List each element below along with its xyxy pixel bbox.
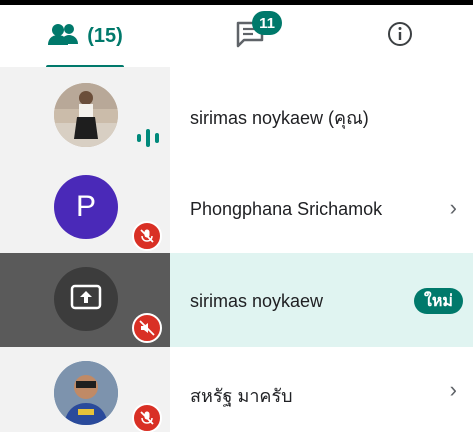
participant-row-self[interactable]: sirimas noykaew (คุณ) — [0, 67, 473, 159]
participant-row[interactable]: สหรัฐ มาครับ › — [0, 347, 473, 433]
people-count: (15) — [87, 24, 123, 47]
avatar: P — [54, 175, 118, 239]
participant-name: sirimas noykaew (คุณ) — [190, 108, 369, 128]
tab-people[interactable]: (15) — [30, 5, 140, 67]
speaking-indicator-icon — [136, 127, 160, 154]
participant-name: Phongphana Srichamok — [190, 199, 383, 219]
avatar — [54, 267, 118, 331]
present-screen-icon — [70, 284, 102, 315]
chevron-right-icon[interactable]: › — [450, 377, 457, 403]
mic-off-icon — [132, 403, 162, 433]
tab-bar: (15) 11 — [0, 5, 473, 69]
tab-chat[interactable] — [200, 5, 300, 67]
participant-row-presentation[interactable]: sirimas noykaew ใหม่ — [0, 253, 473, 347]
new-badge: ใหม่ — [414, 288, 463, 314]
participant-row[interactable]: P Phongphana Srichamok › — [0, 159, 473, 253]
participant-name: สหรัฐ มาครับ — [190, 386, 293, 406]
people-icon — [47, 22, 81, 51]
chat-unread-badge: 11 — [252, 11, 282, 35]
participant-name: sirimas noykaew — [190, 291, 324, 311]
info-icon — [387, 21, 413, 52]
avatar — [54, 83, 118, 147]
tab-info[interactable] — [360, 5, 440, 67]
mic-off-icon — [132, 221, 162, 251]
chevron-right-icon[interactable]: › — [450, 195, 457, 221]
avatar — [54, 361, 118, 425]
audio-off-icon — [132, 313, 162, 343]
avatar-initial: P — [75, 190, 96, 223]
